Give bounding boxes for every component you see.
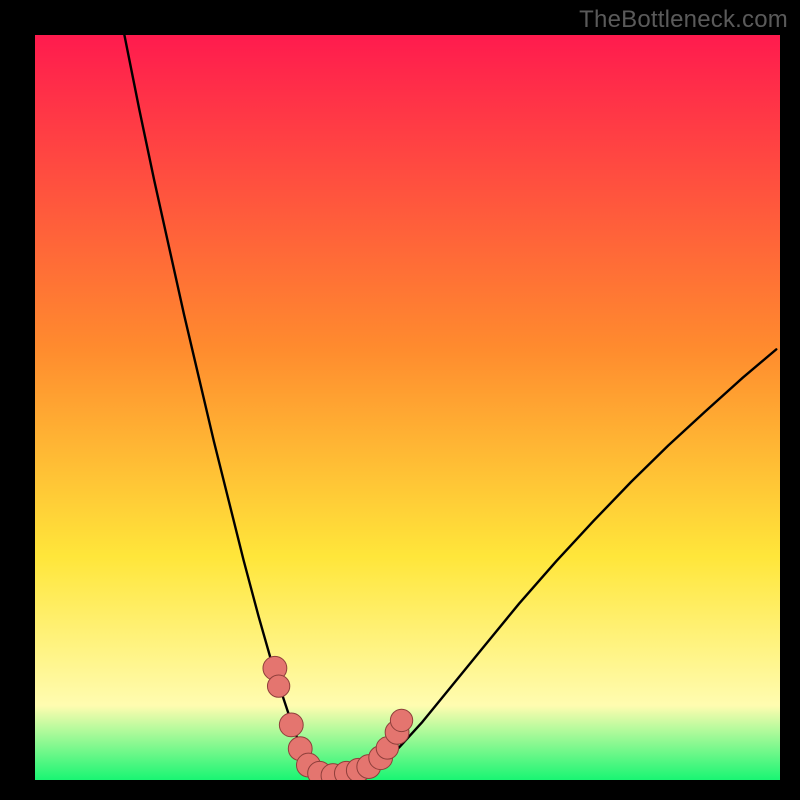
data-point [267,675,289,697]
bottleneck-curve-plot [35,35,780,780]
data-point [279,713,303,737]
chart-frame: TheBottleneck.com [0,0,800,800]
data-point [390,709,412,731]
watermark-text: TheBottleneck.com [579,6,788,34]
